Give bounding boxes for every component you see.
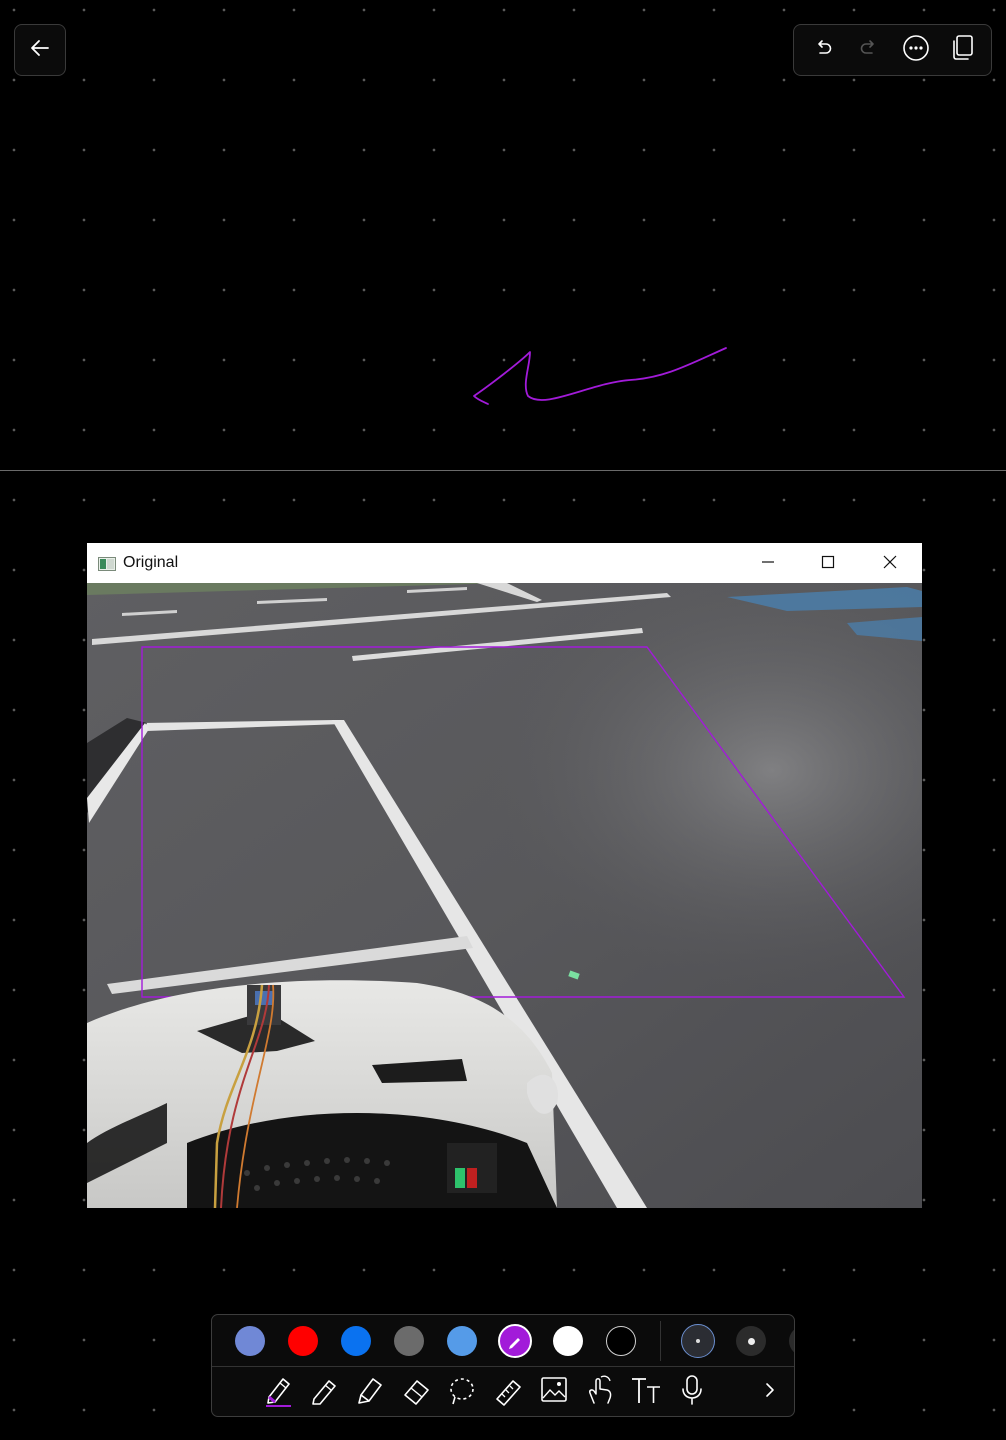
toolbar-divider <box>212 1366 794 1367</box>
lasso-tool[interactable] <box>445 1373 479 1411</box>
ruler-tool[interactable] <box>491 1373 525 1411</box>
highlighter-icon <box>355 1373 385 1411</box>
color-swatch-light-blue[interactable] <box>447 1326 477 1356</box>
pen-size-small[interactable] <box>681 1324 715 1358</box>
color-swatch-white[interactable] <box>553 1326 583 1356</box>
close-icon <box>883 554 897 573</box>
image-tool[interactable] <box>537 1373 571 1411</box>
image-icon <box>539 1373 569 1411</box>
close-button[interactable] <box>860 543 920 583</box>
eraser-tool[interactable] <box>399 1373 433 1411</box>
pen-toolbar <box>211 1314 795 1417</box>
microphone-tool[interactable] <box>675 1373 709 1411</box>
toolbar-divider-vertical <box>660 1321 661 1361</box>
highlighter-tool[interactable] <box>353 1373 387 1411</box>
color-swatch-purple-selected[interactable] <box>498 1324 532 1358</box>
ruler-icon <box>493 1373 523 1411</box>
lasso-icon <box>447 1373 477 1411</box>
page-divider <box>0 470 1006 471</box>
window-titlebar: Original <box>87 543 922 583</box>
color-swatch-red[interactable] <box>288 1326 318 1356</box>
app-icon <box>98 556 116 571</box>
maximize-button[interactable] <box>798 543 858 583</box>
dot-icon <box>696 1339 700 1343</box>
window-title: Original <box>123 554 179 571</box>
color-swatch-black[interactable] <box>606 1326 636 1356</box>
pencil-icon <box>309 1373 339 1411</box>
pen-tool[interactable] <box>261 1373 295 1411</box>
color-swatch-gray[interactable] <box>394 1326 424 1356</box>
edit-pen-icon <box>509 1338 520 1349</box>
pen-size-large[interactable] <box>789 1326 794 1356</box>
eraser-icon <box>401 1373 431 1411</box>
color-swatch-blue[interactable] <box>341 1326 371 1356</box>
minimize-icon <box>761 554 775 573</box>
pen-size-medium[interactable] <box>736 1326 766 1356</box>
maximize-icon <box>821 554 835 573</box>
pasted-image-window[interactable]: Original <box>87 543 922 1208</box>
text-tool[interactable] <box>629 1373 663 1411</box>
touch-icon <box>585 1373 615 1411</box>
microphone-icon <box>677 1373 707 1411</box>
more-tools-button[interactable] <box>753 1373 787 1411</box>
chevron-right-icon <box>762 1380 778 1404</box>
camera-image <box>87 583 922 1208</box>
text-icon <box>629 1373 663 1411</box>
ink-stroke[interactable] <box>0 0 1006 470</box>
touch-tool[interactable] <box>583 1373 617 1411</box>
minimize-button[interactable] <box>738 543 798 583</box>
pencil-tool[interactable] <box>307 1373 341 1411</box>
pen-icon <box>263 1373 293 1411</box>
dot-icon <box>747 1337 755 1345</box>
color-swatch-periwinkle[interactable] <box>235 1326 265 1356</box>
